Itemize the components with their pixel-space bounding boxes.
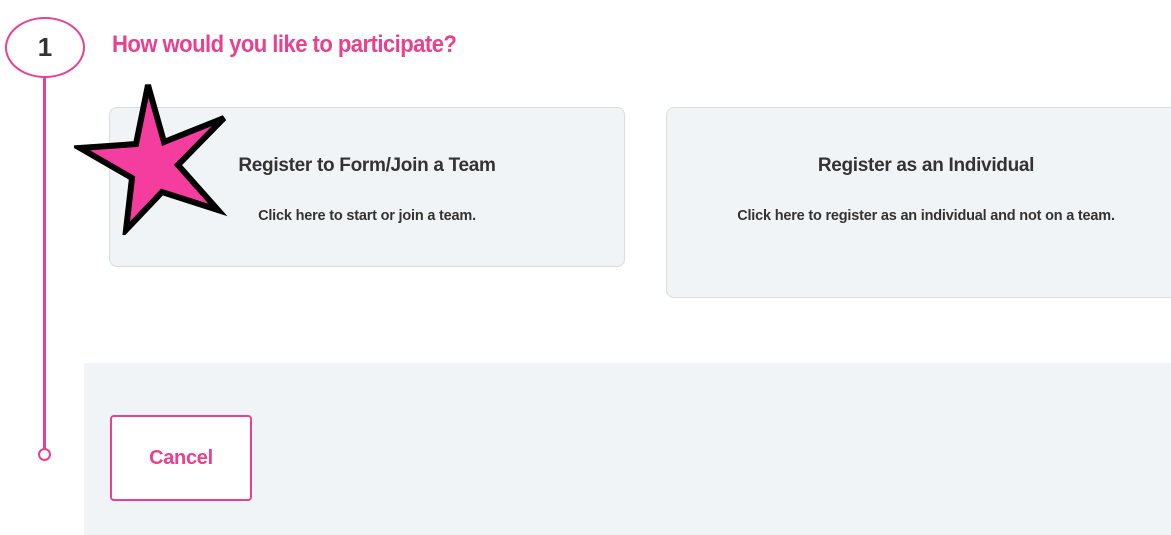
step-progress-line <box>43 78 46 449</box>
step-number-badge: 1 <box>5 17 85 78</box>
register-individual-title: Register as an Individual <box>817 155 1035 176</box>
registration-page: 1 How would you like to participate? Reg… <box>0 0 1171 535</box>
register-individual-option[interactable]: Register as an Individual Click here to … <box>666 107 1171 298</box>
register-individual-description: Click here to register as an individual … <box>737 208 1115 224</box>
step-end-marker <box>38 448 51 461</box>
step-question: How would you like to participate? <box>112 31 457 58</box>
star-icon <box>74 84 228 235</box>
cancel-button[interactable]: Cancel <box>110 415 252 501</box>
step-number: 1 <box>37 32 53 62</box>
